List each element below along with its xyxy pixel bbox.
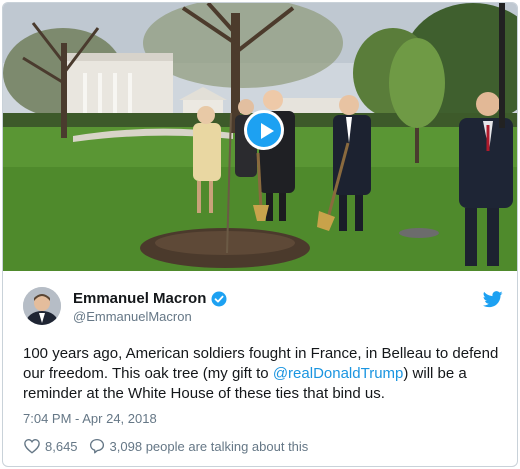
author-name[interactable]: Emmanuel Macron	[73, 290, 206, 307]
tweet-actions: 8,645 3,098 people are talking about thi…	[23, 437, 308, 455]
play-icon	[261, 123, 274, 139]
tweet-video[interactable]	[3, 3, 517, 271]
author-name-row: Emmanuel Macron	[73, 290, 227, 307]
author-handle[interactable]: @EmmanuelMacron	[73, 309, 192, 324]
tweet-card[interactable]: Emmanuel Macron @EmmanuelMacron 100 year…	[2, 2, 518, 467]
avatar[interactable]	[23, 287, 61, 325]
talking-count: 3,098 people are talking about this	[109, 438, 309, 454]
tweet-timestamp[interactable]: 7:04 PM - Apr 24, 2018	[23, 411, 157, 426]
speech-bubble-icon	[89, 438, 104, 454]
verified-badge-icon	[211, 291, 227, 306]
tweet-header: Emmanuel Macron @EmmanuelMacron	[23, 287, 503, 327]
twitter-bird-icon[interactable]	[483, 291, 503, 308]
avatar-image	[23, 287, 61, 325]
mention-link[interactable]: @realDonaldTrump	[273, 365, 404, 382]
play-button[interactable]	[244, 110, 284, 150]
like-button[interactable]: 8,645	[23, 437, 78, 455]
conversation-link[interactable]: 3,098 people are talking about this	[88, 437, 309, 455]
tweet-text: 100 years ago, American soldiers fought …	[23, 344, 503, 404]
heart-icon	[24, 439, 40, 454]
like-count: 8,645	[45, 438, 78, 454]
